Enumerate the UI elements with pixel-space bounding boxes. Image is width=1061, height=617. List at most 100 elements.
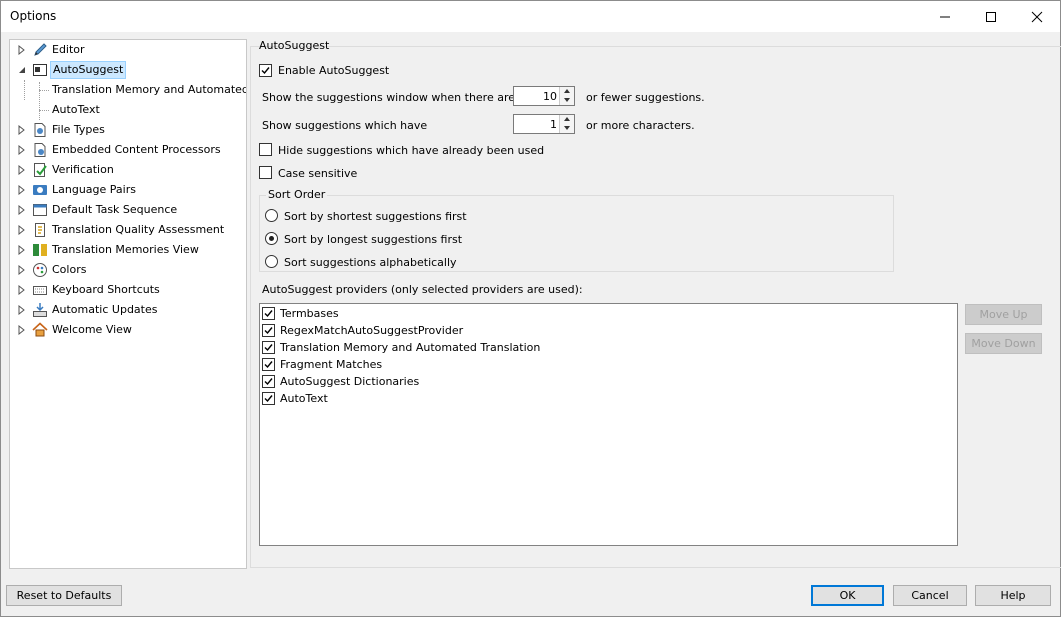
tree-item-autotext[interactable]: AutoText (10, 100, 246, 120)
checkmark-icon (264, 344, 273, 352)
options-tree[interactable]: Editor AutoSuggest Translation Memory an… (9, 39, 247, 569)
tree-item-keyboard-shortcuts[interactable]: Keyboard Shortcuts (10, 280, 246, 300)
group-title: AutoSuggest (259, 39, 330, 52)
minimize-button[interactable] (922, 1, 968, 32)
expand-arrow-icon[interactable] (17, 245, 27, 255)
checkmark-icon (264, 310, 273, 318)
tree-item-editor[interactable]: Editor (10, 40, 246, 60)
expand-arrow-icon[interactable] (17, 285, 27, 295)
expand-arrow-icon[interactable] (17, 305, 27, 315)
expand-arrow-icon[interactable] (17, 185, 27, 195)
hide-used-label: Hide suggestions which have already been… (278, 144, 545, 157)
provider-label: Termbases (280, 307, 339, 320)
sort-alphabetical-label: Sort suggestions alphabetically (284, 256, 457, 269)
provider-checkbox-termbases[interactable] (262, 307, 275, 320)
verification-icon (34, 163, 47, 177)
hide-used-checkbox[interactable] (259, 143, 272, 156)
updates-icon (33, 303, 47, 317)
case-sensitive-label: Case sensitive (278, 167, 358, 180)
tree-item-label: Keyboard Shortcuts (52, 283, 160, 296)
quality-assessment-icon (35, 223, 45, 237)
case-sensitive-checkbox[interactable] (259, 166, 272, 179)
provider-label: AutoText (280, 392, 328, 405)
sort-longest-label: Sort by longest suggestions first (284, 233, 463, 246)
tree-item-tm-automated-translation[interactable]: Translation Memory and Automated Tr (10, 80, 246, 100)
move-down-button[interactable]: Move Down (965, 333, 1042, 354)
expand-arrow-icon[interactable] (17, 165, 27, 175)
checkmark-icon (264, 395, 273, 403)
ok-button[interactable]: OK (811, 585, 884, 606)
sort-alphabetical-radio[interactable] (265, 255, 278, 268)
provider-checkbox-dictionaries[interactable] (262, 375, 275, 388)
close-icon (1031, 11, 1043, 23)
minimize-icon (940, 16, 950, 18)
tree-item-language-pairs[interactable]: Language Pairs (10, 180, 246, 200)
spinner-down-button[interactable] (559, 124, 574, 133)
tree-item-colors[interactable]: Colors (10, 260, 246, 280)
expand-arrow-icon[interactable] (17, 125, 27, 135)
tree-item-label: Translation Memories View (52, 243, 199, 256)
tree-item-translation-memories-view[interactable]: Translation Memories View (10, 240, 246, 260)
expand-arrow-icon[interactable] (17, 45, 27, 55)
enable-autosuggest-checkbox[interactable] (259, 64, 272, 77)
expand-arrow-icon[interactable] (17, 205, 27, 215)
tree-item-label: Default Task Sequence (52, 203, 178, 216)
radio-selected-dot (269, 236, 274, 241)
expand-arrow-icon[interactable] (17, 145, 27, 155)
move-up-button[interactable]: Move Up (965, 304, 1042, 325)
tree-item-label: Editor (52, 43, 85, 56)
expand-arrow-icon[interactable] (17, 225, 27, 235)
provider-checkbox-regex[interactable] (262, 324, 275, 337)
providers-label: AutoSuggest providers (only selected pro… (262, 283, 583, 296)
tree-item-verification[interactable]: Verification (10, 160, 246, 180)
checkmark-icon (261, 67, 270, 75)
tree-item-label: Translation Memory and Automated Tr (52, 83, 247, 96)
expand-arrow-icon[interactable] (17, 265, 27, 275)
provider-label: Fragment Matches (280, 358, 383, 371)
title-bar: Options (1, 1, 1060, 32)
provider-label: RegexMatchAutoSuggestProvider (280, 324, 464, 337)
max-suggestions-spinner[interactable]: 10 (513, 86, 575, 106)
tree-item-autosuggest[interactable]: AutoSuggest (10, 60, 246, 80)
task-sequence-icon (33, 204, 47, 216)
checkmark-icon (264, 378, 273, 386)
sort-shortest-label: Sort by shortest suggestions first (284, 210, 467, 223)
tree-item-file-types[interactable]: File Types (10, 120, 246, 140)
arrow-up-icon (564, 89, 570, 93)
tree-item-translation-quality-assessment[interactable]: Translation Quality Assessment (10, 220, 246, 240)
tree-item-label: AutoText (52, 103, 100, 116)
min-chars-label: Show suggestions which have (262, 119, 428, 132)
providers-list[interactable]: Termbases RegexMatchAutoSuggestProvider … (259, 303, 958, 546)
tree-item-label: File Types (52, 123, 105, 136)
spinner-down-button[interactable] (559, 96, 574, 105)
language-pairs-icon (33, 185, 47, 195)
provider-checkbox-fragment[interactable] (262, 358, 275, 371)
tree-item-label: Verification (52, 163, 114, 176)
expand-arrow-icon[interactable] (17, 325, 27, 335)
window-title: Options (10, 9, 57, 23)
cancel-button[interactable]: Cancel (893, 585, 967, 606)
sort-shortest-radio[interactable] (265, 209, 278, 222)
enable-autosuggest-label: Enable AutoSuggest (278, 64, 390, 77)
keyboard-icon (33, 286, 47, 295)
file-types-icon (34, 123, 46, 137)
tree-item-automatic-updates[interactable]: Automatic Updates (10, 300, 246, 320)
collapse-arrow-icon[interactable] (17, 65, 27, 75)
min-chars-suffix: or more characters. (586, 119, 695, 132)
provider-checkbox-autotext[interactable] (262, 392, 275, 405)
tree-item-label: AutoSuggest (50, 61, 127, 79)
tree-item-embedded-content[interactable]: Embedded Content Processors (10, 140, 246, 160)
help-button[interactable]: Help (975, 585, 1051, 606)
provider-label: AutoSuggest Dictionaries (280, 375, 420, 388)
tree-item-label: Language Pairs (52, 183, 136, 196)
embedded-content-icon (34, 143, 46, 157)
reset-to-defaults-button[interactable]: Reset to Defaults (6, 585, 122, 606)
tree-item-default-task-sequence[interactable]: Default Task Sequence (10, 200, 246, 220)
maximize-button[interactable] (968, 1, 1014, 32)
close-button[interactable] (1014, 1, 1060, 32)
tree-item-welcome-view[interactable]: Welcome View (10, 320, 246, 340)
sort-longest-radio[interactable] (265, 232, 278, 245)
arrow-up-icon (564, 117, 570, 121)
min-chars-spinner[interactable]: 1 (513, 114, 575, 134)
provider-checkbox-tm[interactable] (262, 341, 275, 354)
